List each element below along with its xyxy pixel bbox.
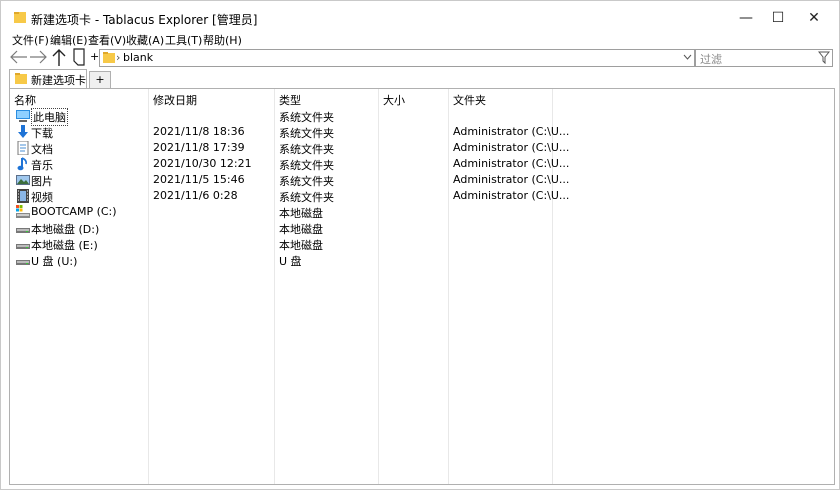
add-tab-button[interactable]: + [89,71,111,89]
video-icon [17,189,29,203]
menu-view[interactable]: 查看(V) [88,32,126,48]
column-header-date[interactable]: 修改日期 [153,92,197,108]
drive-icon [16,244,30,249]
list-item[interactable]: 文档 2021/11/8 17:39 系统文件夹 Administrator (… [10,140,834,156]
filter-input[interactable]: 过滤 [700,51,722,67]
item-name: 视频 [31,191,53,204]
back-arrow-icon[interactable] [8,48,28,66]
title-bar[interactable]: 新建选项卡 - Tablacus Explorer [管理员] — ☐ ✕ [1,1,839,35]
picture-icon [16,175,30,185]
menu-tools[interactable]: 工具(T) [165,32,202,48]
item-type: 系统文件夹 [279,111,334,124]
item-name: 下载 [31,127,53,140]
list-item[interactable]: 本地磁盘 (D:) 本地磁盘 [10,220,834,236]
tab-new[interactable]: 新建选项卡 [9,69,87,89]
item-type: 本地磁盘 [279,207,323,220]
item-folder: Administrator (C:\U... [453,125,570,138]
item-type: 系统文件夹 [279,143,334,156]
up-arrow-icon[interactable] [51,47,67,67]
folder-icon [15,73,27,84]
column-header-size[interactable]: 大小 [383,92,405,108]
column-header-name[interactable]: 名称 [14,92,36,108]
close-button[interactable]: ✕ [791,1,837,35]
item-folder: Administrator (C:\U... [453,173,570,186]
computer-icon [16,110,30,122]
item-folder: Administrator (C:\U... [453,157,570,170]
menu-bar: 文件(F) 编辑(E) 查看(V) 收藏(A) 工具(T) 帮助(H) [1,31,839,47]
item-type: 系统文件夹 [279,191,334,204]
new-tab-page-icon[interactable] [71,48,87,66]
item-date: 2021/11/6 0:28 [153,189,238,202]
tab-label: 新建选项卡 [31,74,86,87]
chevron-down-icon[interactable] [683,54,692,61]
list-item[interactable]: BOOTCAMP (C:) 本地磁盘 [10,204,834,220]
download-icon [18,125,28,138]
system-drive-icon [16,205,30,218]
list-item[interactable]: 本地磁盘 (E:) 本地磁盘 [10,236,834,252]
item-type: 系统文件夹 [279,127,334,140]
explorer-window: 新建选项卡 - Tablacus Explorer [管理员] — ☐ ✕ 文件… [0,0,840,490]
item-name: 文档 [31,143,53,156]
column-header-folder[interactable]: 文件夹 [453,92,486,108]
item-name: U 盘 (U:) [31,255,78,268]
tab-bar: 新建选项卡 + [9,69,833,89]
item-type: 本地磁盘 [279,239,323,252]
item-folder: Administrator (C:\U... [453,189,570,202]
folder-app-icon [14,12,26,23]
item-date: 2021/10/30 12:21 [153,157,252,170]
filter-icon[interactable] [818,51,830,64]
menu-help[interactable]: 帮助(H) [203,32,242,48]
address-bar[interactable]: › blank [99,49,695,67]
item-date: 2021/11/8 18:36 [153,125,245,138]
drive-icon [16,260,30,265]
item-name: BOOTCAMP (C:) [31,205,117,218]
item-name: 图片 [31,175,53,188]
list-item[interactable]: 音乐 2021/10/30 12:21 系统文件夹 Administrator … [10,156,834,172]
item-date: 2021/11/5 15:46 [153,173,245,186]
item-type: 系统文件夹 [279,159,334,172]
list-item[interactable]: U 盘 (U:) U 盘 [10,252,834,268]
forward-arrow-icon[interactable] [29,48,49,66]
add-button[interactable]: + [90,50,99,63]
item-type: 系统文件夹 [279,175,334,188]
filter-box[interactable]: 过滤 [695,49,833,67]
list-item[interactable]: 图片 2021/11/5 15:46 系统文件夹 Administrator (… [10,172,834,188]
file-list[interactable]: 名称 修改日期 类型 大小 文件夹 此电脑 系统文件夹 下载 2021/11/8… [9,88,835,485]
list-item[interactable]: 视频 2021/11/6 0:28 系统文件夹 Administrator (C… [10,188,834,204]
item-type: 本地磁盘 [279,223,323,236]
list-item[interactable]: 此电脑 系统文件夹 [10,108,834,126]
folder-icon [103,52,115,63]
list-item[interactable]: 下载 2021/11/8 18:36 系统文件夹 Administrator (… [10,124,834,140]
item-type: U 盘 [279,255,302,268]
item-name: 本地磁盘 (D:) [31,223,100,236]
item-name: 本地磁盘 (E:) [31,239,98,252]
breadcrumb-separator: › [116,51,121,64]
item-date: 2021/11/8 17:39 [153,141,245,154]
item-folder: Administrator (C:\U... [453,141,570,154]
column-header-type[interactable]: 类型 [279,92,301,108]
music-icon [17,157,27,171]
menu-favorites[interactable]: 收藏(A) [126,32,164,48]
menu-edit[interactable]: 编辑(E) [50,32,88,48]
navigation-bar: + › blank 过滤 [1,47,839,67]
drive-icon [16,228,30,233]
window-title: 新建选项卡 - Tablacus Explorer [管理员] [31,13,258,27]
menu-file[interactable]: 文件(F) [12,32,49,48]
item-name: 音乐 [31,159,53,172]
document-icon [17,141,29,155]
address-text[interactable]: blank [123,51,153,64]
